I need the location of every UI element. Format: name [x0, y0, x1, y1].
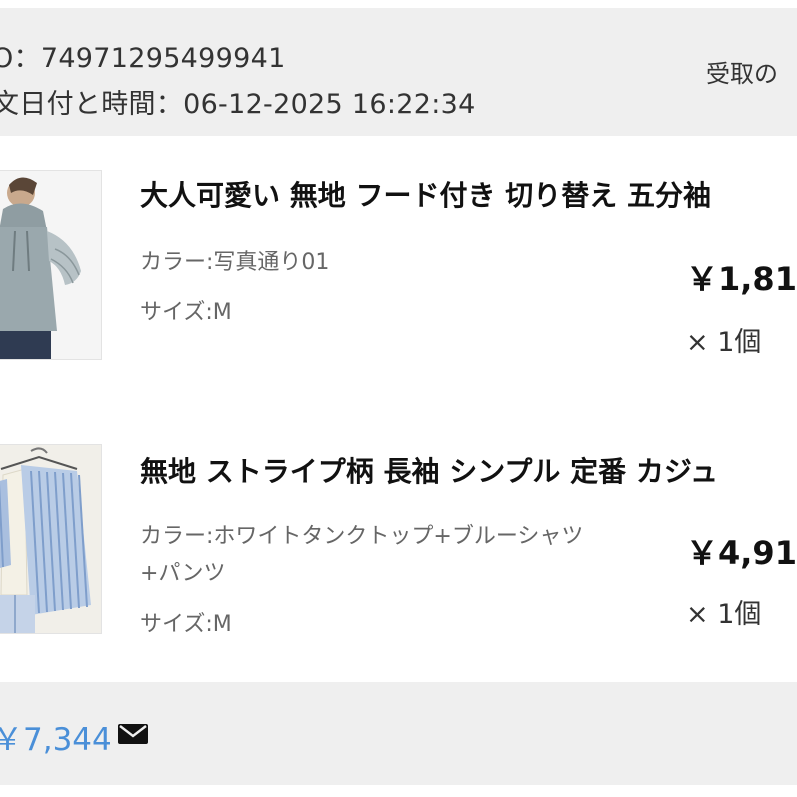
product-title[interactable]: 無地 ストライプ柄 長袖 シンプル 定番 カジュ [140, 450, 718, 490]
gray-hooded-top-icon [0, 171, 101, 359]
order-header: O：74971295499941 文日付と時間：06-12-2025 16:22… [0, 8, 797, 136]
product-image[interactable] [0, 170, 102, 360]
bottom-divider [0, 785, 797, 797]
striped-shirt-icon [0, 445, 101, 633]
product-color: カラー:写真通り01 [140, 250, 330, 275]
product-price: ￥1,81 [686, 260, 797, 298]
product-size: サイズ:M [140, 612, 232, 637]
order-item[interactable]: 大人可愛い 無地 フード付き 切り替え 五分袖 カラー:写真通り01 サイズ:M… [0, 136, 797, 406]
order-date: 文日付と時間：06-12-2025 16:22:34 [0, 89, 476, 120]
receive-button[interactable]: 受取の [706, 54, 778, 89]
order-number: O：74971295499941 [0, 43, 286, 74]
product-quantity: × 1個 [686, 599, 762, 630]
mail-icon[interactable] [118, 722, 148, 746]
product-color: カラー:ホワイトタンクトップ+ブルーシャツ+パンツ [140, 524, 584, 586]
top-divider [0, 0, 797, 8]
product-price: ￥4,91 [686, 534, 797, 572]
order-item[interactable]: 無地 ストライプ柄 長袖 シンプル 定番 カジュ カラー:ホワイトタンクトップ+… [0, 406, 797, 682]
order-footer: ￥7,344 [0, 682, 797, 785]
order-total: ￥7,344 [0, 722, 112, 758]
product-image[interactable] [0, 444, 102, 634]
product-title[interactable]: 大人可愛い 無地 フード付き 切り替え 五分袖 [140, 174, 711, 214]
product-size: サイズ:M [140, 300, 232, 325]
product-quantity: × 1個 [686, 327, 762, 358]
